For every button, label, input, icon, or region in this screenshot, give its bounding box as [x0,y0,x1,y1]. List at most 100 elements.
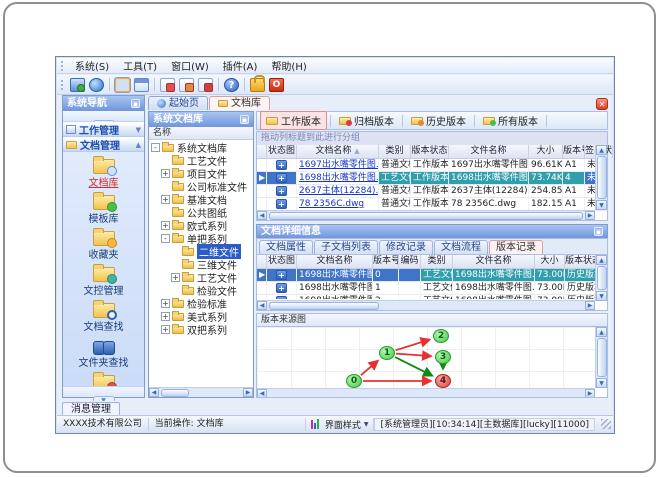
stop-icon[interactable]: O [269,77,284,92]
scroll-thumb[interactable] [596,266,607,290]
scroll-thumb[interactable] [596,338,607,377]
delete-document-icon[interactable] [198,77,213,92]
scroll-left-arrow[interactable]: ◀ [257,301,267,310]
toolbar-sep[interactable] [154,78,155,91]
sidebar-item-checked-out-docs[interactable]: 签出的文档 [63,371,144,386]
sidebar-item-template-library[interactable]: 模板库 [63,191,144,225]
scroll-up-arrow[interactable]: ▲ [596,327,607,337]
ui-style-selector[interactable]: 界面样式 ▼ [306,417,375,431]
tree-expander[interactable]: - [151,143,160,152]
scroll-right-arrow[interactable]: ▶ [243,388,253,397]
graph-node-4[interactable]: 4 [435,374,451,388]
table-row[interactable]: + 2637主体(12284).dwg 普通文档 工作版本 2637主体(122… [257,185,607,198]
grid-vertical-scrollbar[interactable]: ▲ ▼ [595,145,607,210]
menu-system[interactable]: 系统(S) [68,61,116,74]
all-version-button[interactable]: 所有版本 [478,112,543,129]
tree-expander[interactable]: - [161,234,170,243]
table-row[interactable]: ▶ + 1698出水嘴零件图.dwg 工艺文件 工作版本 1698出水嘴零件图.… [257,172,607,185]
graph-node-2[interactable]: 2 [433,329,449,343]
close-tab-button[interactable]: ✕ [596,98,608,110]
toolbar-sep[interactable] [109,78,110,91]
tree-horizontal-scrollbar[interactable]: ◀ ▶ [149,387,253,397]
tab-subdoc-list[interactable]: 子文档列表 [314,240,378,254]
tree-expander[interactable]: + [161,299,170,308]
history-version-button[interactable]: 历史版本 [406,112,471,129]
menu-window[interactable]: 窗口(W) [164,61,216,74]
scroll-right-arrow[interactable]: ▶ [585,211,595,220]
column-header[interactable]: 大小 [535,255,565,268]
open-folder-icon[interactable] [114,76,131,93]
column-header[interactable]: 文件名称 [453,255,535,268]
tab-doc-library[interactable]: 文档库 [209,96,270,110]
column-header[interactable] [257,145,267,158]
tab-doc-properties[interactable]: 文档属性 [259,240,313,254]
table-row[interactable]: ▶ + 1698出水嘴零件图.dwg 0 工艺文件 1698出水嘴零件图.dwg… [257,269,607,282]
graph-vertical-scrollbar[interactable]: ▲ ▼ [595,327,607,388]
graph-node-0[interactable]: 0 [346,374,362,388]
graph-horizontal-scrollbar[interactable]: ◀ ▶ [257,388,595,397]
grid-horizontal-scrollbar[interactable]: ◀ ▶ [257,300,595,310]
tree-expander[interactable]: + [161,221,170,230]
scroll-left-arrow[interactable]: ◀ [149,388,159,397]
menu-tools[interactable]: 工具(T) [116,61,164,74]
document-link[interactable]: 1697出水嘴零件图.dwg [299,160,378,170]
toolbar-sep[interactable] [244,78,245,91]
grid-horizontal-scrollbar[interactable]: ◀ ▶ [257,210,595,220]
scroll-thumb[interactable] [269,211,583,220]
globe-icon[interactable] [89,77,104,92]
tree-item[interactable]: + 双把系列 [149,323,253,337]
message-management-tab[interactable]: 消息管理 [62,402,120,415]
sidebar-item-doc-control[interactable]: 文控管理 [63,263,144,297]
scroll-left-arrow[interactable]: ◀ [257,211,267,220]
tree-expander[interactable]: + [161,325,170,334]
edit-document-icon[interactable] [179,77,194,92]
tab-doc-flow[interactable]: 文档流程 [434,240,488,254]
resize-grip[interactable] [601,419,611,429]
tab-start-page[interactable]: 起始页 [148,96,208,110]
table-row[interactable]: + 1697出水嘴零件图.dwg 普通文档 工作版本 1697出水嘴零件图.dw… [257,159,607,172]
scroll-up-arrow[interactable]: ▲ [596,145,607,155]
scroll-down-arrow[interactable]: ▼ [596,291,607,301]
column-header[interactable] [257,255,267,268]
window-layout-icon[interactable] [134,77,149,92]
column-header[interactable]: 状态图 [267,255,297,268]
sidebar-item-doc-library[interactable]: 文档库 [63,155,144,189]
tab-modify-records[interactable]: 修改记录 [379,240,433,254]
work-version-button[interactable]: 工作版本 [260,111,327,130]
document-link[interactable]: 2637主体(12284).dwg [299,186,378,196]
pin-icon[interactable]: ▣ [594,227,603,236]
tree-column-header[interactable]: 名称 [149,127,253,140]
scroll-down-arrow[interactable]: ▼ [596,200,607,210]
document-link[interactable]: 1698出水嘴零件图.dwg [299,173,378,183]
column-header[interactable]: 类别 [379,145,411,158]
sidebar-item-favorites[interactable]: 收藏夹 [63,227,144,261]
tree-expander[interactable]: + [161,312,170,321]
monitor-icon[interactable] [70,77,85,92]
menu-help[interactable]: 帮助(H) [264,61,313,74]
toolbar-sep[interactable] [218,78,219,91]
column-header[interactable]: 文档名称 ▲ [297,145,379,158]
help-icon[interactable]: ? [224,77,239,92]
graph-node-3[interactable]: 3 [435,350,451,364]
new-document-icon[interactable] [160,77,175,92]
table-row[interactable]: + 1698出水嘴零件图.dwg 1 工艺文件 1698出水嘴零件图.dwg 7… [257,282,607,295]
pin-icon[interactable]: ▣ [131,99,140,108]
scroll-thumb[interactable] [596,156,607,199]
pin-icon[interactable]: ▣ [240,115,249,124]
tree-expander[interactable]: + [171,273,180,282]
sidebar-group-work[interactable]: 工作管理 ▼ [63,122,144,137]
tree-expander[interactable]: + [161,169,170,178]
graph-node-1[interactable]: 1 [379,346,395,360]
menu-plugins[interactable]: 插件(A) [216,61,265,74]
sidebar-item-folder-search[interactable]: 文件夹查找 [63,335,144,369]
scroll-thumb[interactable] [161,388,189,397]
column-header[interactable]: 文档名称 [297,255,373,268]
scroll-up-arrow[interactable]: ▲ [596,255,607,265]
sidebar-item-doc-search[interactable]: 文档查找 [63,299,144,333]
column-header[interactable]: 大小 [529,145,563,158]
lock-icon[interactable] [250,74,265,92]
scroll-down-arrow[interactable]: ▼ [596,378,607,388]
scroll-right-arrow[interactable]: ▶ [585,388,595,397]
column-header[interactable]: 版本号 [563,145,585,158]
scroll-thumb[interactable] [269,301,379,310]
